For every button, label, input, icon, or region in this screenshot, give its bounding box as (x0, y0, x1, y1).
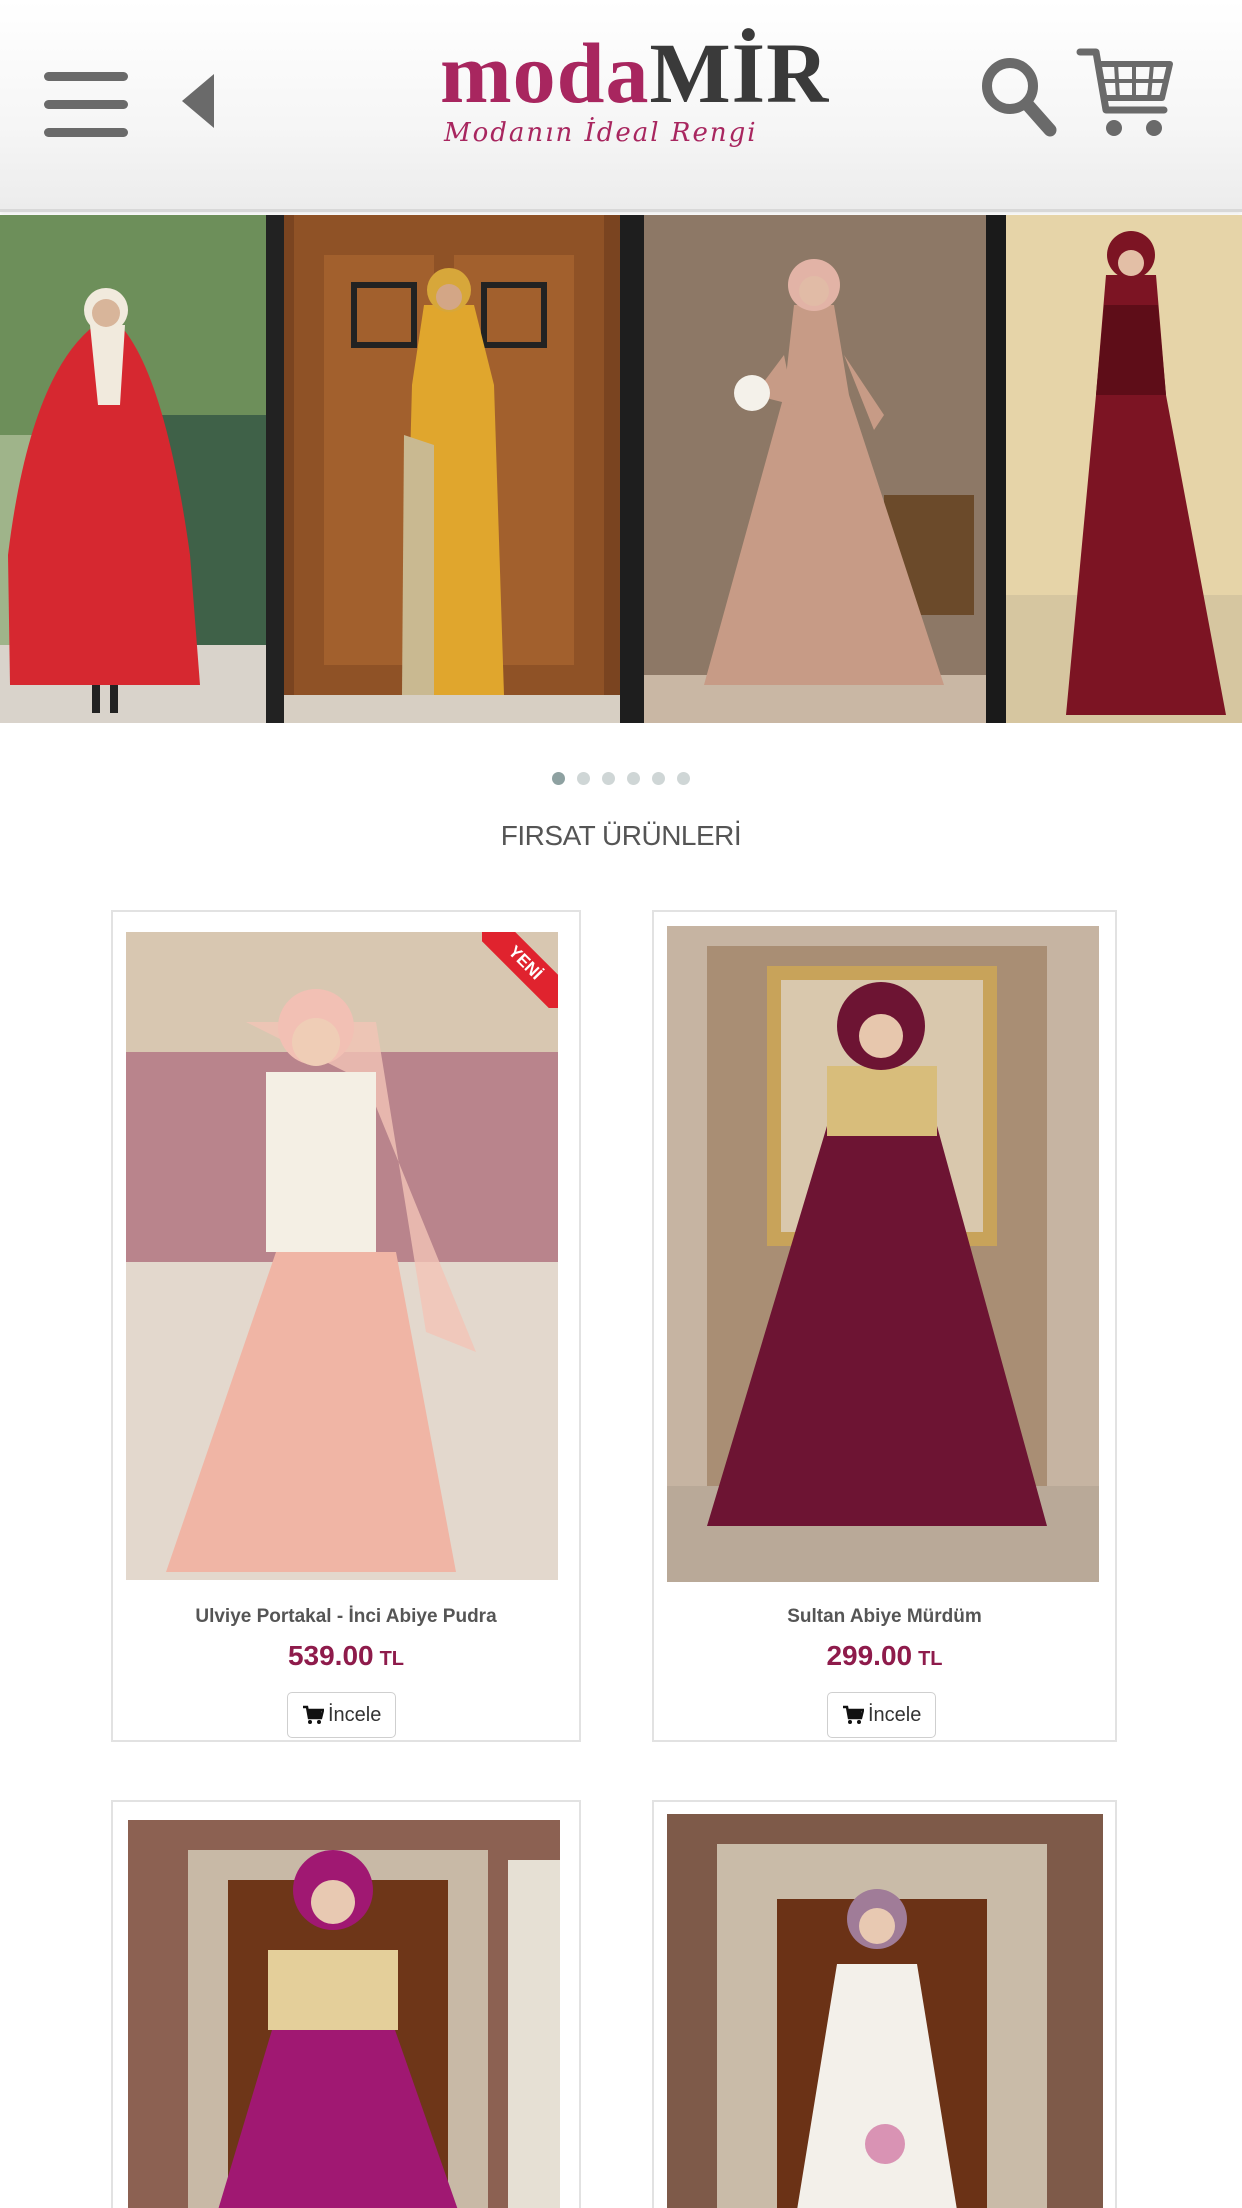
logo-wordmark: modaMİR (440, 25, 830, 121)
product-image[interactable] (667, 1814, 1103, 2208)
slider-dot[interactable] (552, 772, 565, 785)
product-card[interactable] (111, 1800, 581, 2208)
hero-slider[interactable] (0, 215, 1242, 723)
cart-icon[interactable] (1076, 44, 1176, 144)
slide-pink-satin-gown[interactable] (644, 215, 986, 723)
slide-gap (620, 215, 644, 723)
product-image[interactable] (667, 926, 1099, 1582)
product-name[interactable]: Sultan Abiye Mürdüm (654, 1606, 1115, 1628)
button-label: İncele (868, 1703, 922, 1726)
back-arrow-icon[interactable] (178, 72, 218, 130)
brand-logo[interactable]: modaMİR Modanın İdeal Rengi (440, 30, 828, 160)
product-price: 299.00 TL (826, 1640, 943, 1671)
cart-icon (843, 1705, 864, 1724)
logo-tagline: Modanın İdeal Rengi (444, 118, 758, 148)
cart-icon (303, 1705, 324, 1724)
slider-dot[interactable] (602, 772, 615, 785)
slide-red-cape-dress[interactable] (0, 215, 266, 723)
product-card[interactable] (652, 1800, 1117, 2208)
slider-dot[interactable] (652, 772, 665, 785)
new-badge: YENİ (482, 932, 558, 1008)
button-label: İncele (328, 1703, 382, 1726)
slider-dot[interactable] (577, 772, 590, 785)
slide-gap (986, 215, 1006, 723)
hamburger-menu-icon[interactable] (44, 72, 128, 138)
slide-gap (266, 215, 284, 723)
slide-burgundy-sequin-gown[interactable] (1006, 215, 1242, 723)
slide-mustard-dress[interactable] (284, 215, 620, 723)
product-image[interactable]: YENİ (126, 932, 558, 1580)
product-image[interactable] (128, 1820, 560, 2208)
product-card[interactable]: Sultan Abiye Mürdüm 299.00 TL İncele (652, 910, 1117, 1742)
product-card[interactable]: YENİ Ulviye Portakal - İnci Abiye Pudra … (111, 910, 581, 1742)
slider-dot[interactable] (627, 772, 640, 785)
product-price: 539.00 TL (287, 1640, 405, 1671)
product-name[interactable]: Ulviye Portakal - İnci Abiye Pudra (113, 1606, 579, 1628)
view-product-button[interactable]: İncele (287, 1692, 397, 1738)
app-header: modaMİR Modanın İdeal Rengi (0, 0, 1242, 212)
section-title: FIRSAT ÜRÜNLERİ (500, 820, 742, 851)
slider-pagination (0, 772, 1242, 786)
view-product-button[interactable]: İncele (827, 1692, 937, 1738)
slider-dot[interactable] (677, 772, 690, 785)
search-icon[interactable] (978, 54, 1058, 140)
